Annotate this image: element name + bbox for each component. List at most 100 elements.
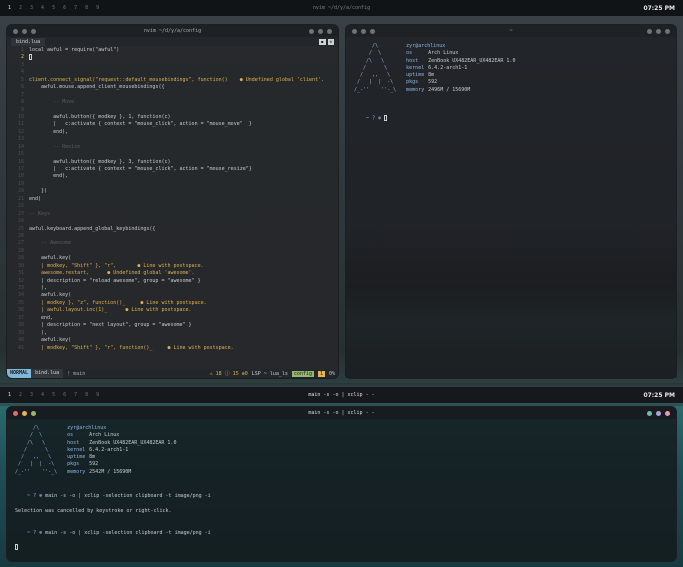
info-row: pkgs 592	[67, 461, 176, 468]
tag-2[interactable]: 2	[19, 392, 22, 398]
terminal-bottom[interactable]: main -s -o | xclip - - /\ / \ /\ \ / \ /…	[6, 406, 677, 562]
tag-8[interactable]: 8	[85, 392, 88, 398]
code-line[interactable]: 30 | modkey, "Shift" }, "r", ● Line with…	[7, 263, 338, 270]
code-line[interactable]: 38 | description = "next layout", group …	[7, 322, 338, 329]
code-line[interactable]: 28	[7, 248, 338, 255]
statusline-file: bind.lua	[31, 369, 64, 378]
code-line[interactable]: 20 })	[7, 188, 338, 195]
code-line[interactable]: 23 -- Keys	[7, 211, 338, 218]
code-line[interactable]: 10 awful.button({ modkey }, 1, function(…	[7, 114, 338, 121]
line-text: awful.keyboard.append_global_keybindings…	[29, 225, 156, 232]
code-line[interactable]: 25 awful.keyboard.append_global_keybindin…	[7, 226, 338, 233]
tag-7[interactable]: 7	[74, 5, 77, 11]
tag-9[interactable]: 9	[96, 392, 99, 398]
code-line[interactable]: 12 end),	[7, 129, 338, 136]
code-line[interactable]: 33 ),	[7, 285, 338, 292]
code-line[interactable]: 6 awful.mouse.append_client_mousebinding…	[7, 84, 338, 91]
tag-2[interactable]: 2	[19, 5, 22, 11]
arch-logo-art: /\ / \ /\ \ / \ / ,, \ / | | -\/_-'' ''-…	[354, 43, 396, 94]
line-number: 1	[20, 47, 24, 53]
code-line[interactable]: 9	[7, 107, 338, 114]
tag-3[interactable]: 3	[30, 5, 33, 11]
line-text: awful.key(	[29, 255, 72, 262]
line-number: 5	[20, 76, 24, 83]
tag-5[interactable]: 5	[52, 392, 55, 398]
tag-6[interactable]: 6	[63, 5, 66, 11]
code-line[interactable]: 39 ),	[7, 330, 338, 337]
code-line[interactable]: 3	[7, 62, 338, 69]
info-row: pkgs 592	[406, 79, 515, 86]
command-line-2[interactable]: ~ ? ⊛ main -s -o | xclip -selection clip…	[7, 522, 676, 544]
command-line-1[interactable]: ~ ? ⊛ main -s -o | xclip -selection clip…	[7, 486, 676, 508]
tag-1[interactable]: 1	[8, 392, 11, 398]
code-line[interactable]: 5 client.connect_signal("request::default…	[7, 77, 338, 84]
shell-prompt[interactable]: ~ ? ⊛	[346, 108, 676, 130]
float-button[interactable]	[656, 28, 661, 34]
nvim-window[interactable]: nvim ~/d/y/a/config bind.lua ◼ ⊗ 1 local …	[6, 24, 339, 379]
command-text: main -s -o | xclip -selection clipboard …	[45, 529, 211, 536]
pin-button[interactable]	[665, 28, 670, 34]
code-line[interactable]: 11 | c:activate { context = "mouse_click…	[7, 121, 338, 128]
art-line: / ,, \	[354, 72, 391, 79]
tile-button[interactable]	[647, 410, 652, 416]
tile-button[interactable]	[647, 28, 652, 34]
terminal-titlebar[interactable]: main -s -o | xclip - -	[7, 407, 676, 419]
code-line[interactable]: 19	[7, 181, 338, 188]
code-line[interactable]: 18 end),	[7, 173, 338, 180]
code-line[interactable]: 13	[7, 136, 338, 143]
code-line[interactable]: 27 -- Awesome	[7, 240, 338, 247]
code-line[interactable]: 22	[7, 203, 338, 210]
pin-button[interactable]	[665, 410, 670, 416]
code-line[interactable]: 37 end,	[7, 315, 338, 322]
code-line[interactable]: 34 awful.key(	[7, 292, 338, 299]
terminal-right[interactable]: ~ /\ / \ /\ \ / \ / ,, \ / | | -\/_-'' '…	[345, 24, 677, 379]
code-line[interactable]: 17 | c:activate { context = "mouse_click…	[7, 166, 338, 173]
code-line[interactable]: 40 awful.key(	[7, 337, 338, 344]
float-button[interactable]	[656, 410, 661, 416]
tag-1[interactable]: 1	[8, 5, 11, 11]
code-line[interactable]: 15	[7, 151, 338, 158]
code-line[interactable]: 8 -- Move	[7, 99, 338, 106]
code-line[interactable]: 21 end)	[7, 196, 338, 203]
code-line[interactable]: 16 awful.button({ modkey }, 3, function(…	[7, 159, 338, 166]
nvim-titlebar[interactable]: nvim ~/d/y/a/config	[7, 25, 338, 37]
code-line[interactable]: 26	[7, 233, 338, 240]
code-line[interactable]: 31 awesome.restart, ● Undefined global '…	[7, 270, 338, 277]
tag-4[interactable]: 4	[41, 392, 44, 398]
code-line[interactable]: 32 | description = "reload awesome", gro…	[7, 278, 338, 285]
code-line[interactable]: 35 | modkey }, "z", function()_ ● Line w…	[7, 300, 338, 307]
code-line[interactable]: 7	[7, 92, 338, 99]
tag-7[interactable]: 7	[74, 392, 77, 398]
line-number: 36	[17, 307, 24, 314]
terminal-titlebar[interactable]: ~	[346, 25, 676, 37]
info-value: 2542M / 15690M	[89, 468, 132, 475]
statusline: NORMAL bind.lua ᚠ main ⚠ 18 ⓘ 15 ⊗0 LSP …	[7, 369, 338, 378]
pin-button[interactable]	[327, 28, 332, 34]
code-line[interactable]: 24	[7, 218, 338, 225]
tile-button[interactable]	[309, 28, 314, 34]
code-line[interactable]: 4	[7, 69, 338, 76]
code-line[interactable]: 14 -- Resize	[7, 144, 338, 151]
code-line[interactable]: 1 local awful = require("awful")	[7, 47, 338, 54]
close-tab-icon[interactable]: ⊗	[327, 38, 334, 45]
buffer-tab[interactable]: bind.lua	[11, 37, 46, 46]
tag-9[interactable]: 9	[96, 5, 99, 11]
line-text: client.connect_signal("request::default_…	[29, 76, 325, 83]
tag-8[interactable]: 8	[85, 5, 88, 11]
float-button[interactable]	[318, 28, 323, 34]
user-host: zyr@archlinux	[67, 425, 107, 431]
code-line[interactable]: 2	[7, 54, 338, 61]
info-key: memory	[67, 468, 86, 475]
tag-3[interactable]: 3	[30, 392, 33, 398]
tag-4[interactable]: 4	[41, 5, 44, 11]
tag-5[interactable]: 5	[52, 5, 55, 11]
code-line[interactable]: 36 | awful.layout.inc(1)_ ● Line with po…	[7, 307, 338, 314]
tag-6[interactable]: 6	[63, 392, 66, 398]
info-key: uptime	[67, 454, 86, 461]
tab-indicator[interactable]: ◼	[319, 38, 326, 45]
code-line[interactable]: 41 | modkey, "Shift" }, "r", function()_…	[7, 345, 338, 352]
code-line[interactable]: 29 awful.key(	[7, 255, 338, 262]
editor-buffer[interactable]: 1 local awful = require("awful") 2 3 4 5 clien…	[7, 46, 338, 352]
art-line: / \	[15, 446, 49, 453]
cursor-line[interactable]	[7, 544, 676, 552]
